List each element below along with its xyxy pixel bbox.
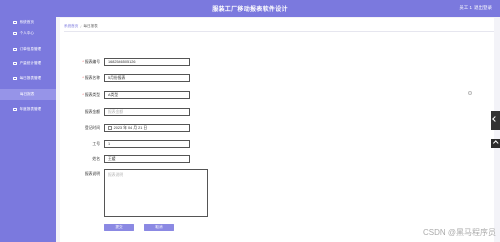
sidebar-item-annual-report[interactable]: 年度报表管理 — [0, 104, 56, 115]
watermark: CSDN @黑马程序员 — [422, 228, 496, 237]
chevron-left-icon — [492, 116, 498, 122]
sidebar-item-home[interactable]: 系统首页 — [0, 17, 56, 28]
sidebar-item-daily-report[interactable]: 每日报表 — [0, 89, 56, 100]
report-amount-label: 报表金额 — [84, 110, 100, 114]
register-time-value: 2023 年 04 月 21 日 — [113, 125, 148, 130]
side-panel-toggle[interactable] — [491, 111, 500, 130]
report-amount-input[interactable]: 报表金额 — [104, 108, 190, 116]
sidebar-item-label: 年度报表管理 — [19, 107, 42, 111]
breadcrumb-separator: / — [80, 24, 82, 29]
user-icon — [13, 31, 17, 36]
logout-link[interactable]: 退出登录 — [474, 5, 492, 11]
report-type-label: *报表类型 — [82, 93, 100, 97]
name-label: 姓名 — [92, 157, 100, 161]
sidebar-item-profile[interactable]: 个人中心 — [0, 28, 56, 39]
sidebar-item-orders[interactable]: 订单信息管理 — [0, 44, 56, 55]
calendar-icon — [108, 126, 112, 130]
report-icon — [13, 107, 17, 112]
top-header: 服装工厂移动报表软件设计 员工 1 退出登录 — [0, 0, 500, 17]
chart-icon — [13, 61, 17, 66]
cancel-button[interactable]: 取消 — [144, 224, 174, 231]
breadcrumb: 系统首页 / 每日报表 — [64, 22, 494, 32]
list-icon — [13, 47, 17, 52]
report-icon — [13, 76, 17, 81]
scroll-top-button[interactable] — [491, 139, 500, 148]
sidebar-item-label: 个人中心 — [19, 31, 34, 35]
register-time-picker[interactable]: 2023 年 04 月 21 日 — [104, 124, 190, 132]
sidebar: 系统首页 个人中心 订单信息管理 产量统计管理 每日报表管理 每日报表 年度报表… — [0, 17, 56, 242]
report-name-input[interactable]: 5月份报表 — [104, 74, 190, 82]
chevron-up-icon — [492, 140, 498, 146]
report-no-label: *报表编号 — [82, 60, 100, 64]
main-content: 系统首页 / 每日报表 *报表编号 1682546505126 *报表名称 5月… — [60, 18, 494, 242]
report-desc-textarea[interactable]: 报表说明 — [104, 169, 208, 217]
report-type-input[interactable]: A类型 — [104, 91, 190, 99]
sidebar-item-label: 每日报表 — [20, 92, 35, 96]
breadcrumb-current: 每日报表 — [83, 24, 98, 28]
app-title: 服装工厂移动报表软件设计 — [212, 7, 288, 13]
sidebar-item-label: 系统首页 — [19, 20, 34, 24]
report-no-input[interactable]: 1682546505126 — [104, 58, 190, 66]
report-name-label: *报表名称 — [82, 76, 100, 80]
sidebar-item-label: 每日报表管理 — [19, 76, 42, 80]
report-desc-label: 报表说明 — [84, 172, 100, 176]
sidebar-item-output-stats[interactable]: 产量统计管理 — [0, 58, 56, 69]
submit-button[interactable]: 提交 — [104, 224, 134, 231]
employee-no-label: 工号 — [92, 142, 100, 146]
register-time-label: 登记时间 — [84, 126, 100, 130]
sidebar-item-daily-report-mgmt[interactable]: 每日报表管理 — [0, 73, 56, 84]
sidebar-item-label: 产量统计管理 — [19, 61, 42, 65]
name-input[interactable]: 王媛 — [104, 155, 190, 163]
breadcrumb-home[interactable]: 系统首页 — [64, 24, 78, 29]
current-user: 员工 1 — [459, 5, 472, 10]
home-icon — [13, 20, 17, 25]
sidebar-item-label: 订单信息管理 — [19, 47, 42, 51]
employee-no-input[interactable]: 1 — [104, 140, 190, 148]
settings-icon[interactable] — [468, 91, 472, 95]
